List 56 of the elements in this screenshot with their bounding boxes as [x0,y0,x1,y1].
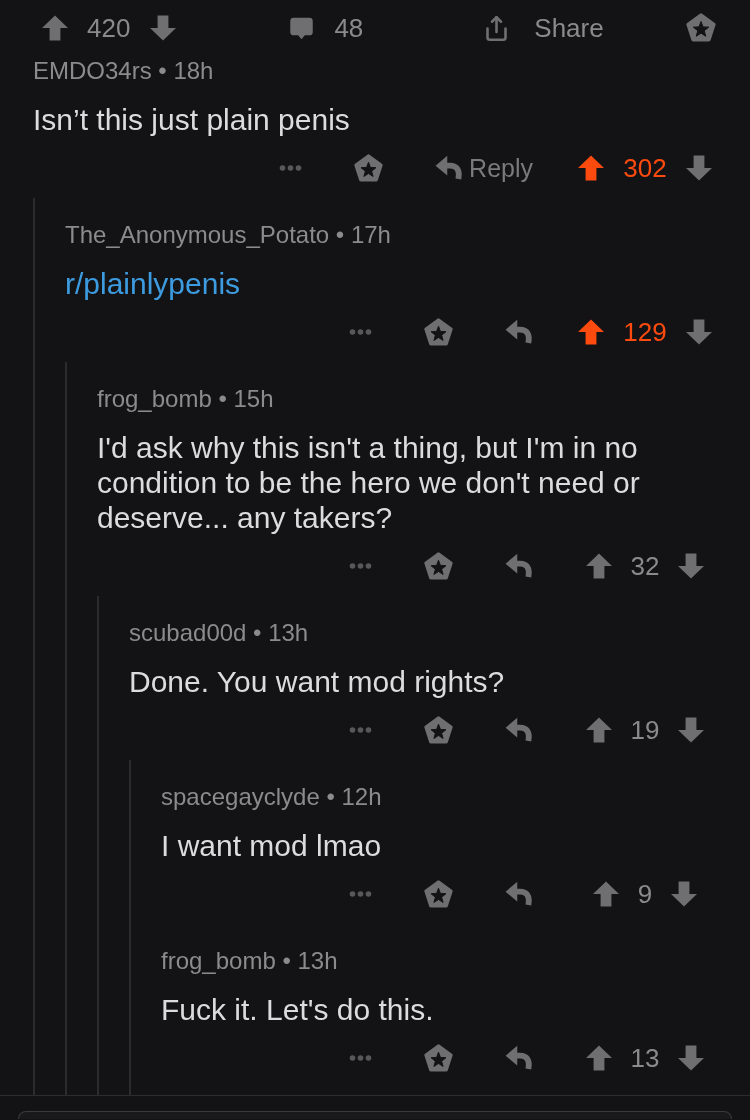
arrow-down-icon[interactable] [678,553,705,579]
star-badge-icon[interactable] [424,1043,453,1073]
subreddit-link[interactable]: r/plainlypenis [65,266,241,301]
star-badge-icon[interactable] [424,317,453,347]
arrow-down-icon[interactable] [671,881,698,907]
arrow-up-icon[interactable] [578,155,605,181]
reply-button[interactable]: Reply [435,153,533,183]
reply-icon[interactable] [505,1044,533,1072]
reply-icon[interactable] [505,880,533,908]
comment-text: Isn’t this just plain penis [33,102,350,137]
reply-icon[interactable] [505,716,533,744]
star-badge-icon[interactable] [686,13,716,43]
comment-meta: The_Anonymous_Potato • 17h [65,220,391,250]
more-icon[interactable] [349,563,372,569]
star-badge-icon[interactable] [424,879,453,909]
comment-text: I'd ask why this isn't a thing, but I'm in no condition to be the hero we don't need or deserve... any takers? [97,430,641,535]
star-badge-icon[interactable] [354,153,384,183]
arrow-up-icon[interactable] [585,553,612,579]
arrow-down-icon[interactable] [685,155,712,181]
star-badge-icon[interactable] [424,715,453,745]
star-badge-icon[interactable] [424,551,453,581]
arrow-down-icon[interactable] [150,15,177,41]
arrow-up-icon[interactable] [592,881,619,907]
comment-score: 129 [623,317,667,347]
more-icon[interactable] [349,727,372,733]
comment-score: 13 [630,1043,660,1073]
comment-meta: scubad00d • 13h [129,618,309,648]
arrow-down-icon[interactable] [685,319,712,345]
comment-text: Done. You want mod rights? [129,664,505,699]
arrow-down-icon[interactable] [678,717,705,743]
comment-score: 32 [630,551,660,581]
more-icon[interactable] [349,1055,372,1061]
arrow-up-icon[interactable] [585,717,612,743]
comment-input-field[interactable] [18,1111,732,1119]
comments-button[interactable]: 48 [288,13,364,43]
comment-meta: frog_bomb • 15h [97,384,274,414]
arrow-up-icon[interactable] [578,319,605,345]
comment-text: Fuck it. Let's do this. [161,992,434,1027]
arrow-up-icon[interactable] [42,15,68,41]
comment-text: I want mod lmao [161,828,382,863]
comment-meta: spacegayclyde • 12h [161,782,382,812]
comment-score: 302 [623,153,667,183]
arrow-up-icon[interactable] [585,1045,612,1071]
reply-icon[interactable] [505,552,533,580]
comment-meta: EMDO34rs • 18h [33,56,214,86]
comment-score: 9 [637,879,653,909]
more-icon[interactable] [349,329,372,335]
post-score: 420 [87,13,131,43]
arrow-down-icon[interactable] [678,1045,705,1071]
comment-score: 19 [630,715,660,745]
share-button[interactable]: Share [483,13,604,43]
more-icon[interactable] [279,165,303,171]
comment-meta: frog_bomb • 13h [161,946,338,976]
reply-icon [435,154,464,182]
more-icon[interactable] [349,891,372,897]
reply-icon[interactable] [505,318,533,346]
